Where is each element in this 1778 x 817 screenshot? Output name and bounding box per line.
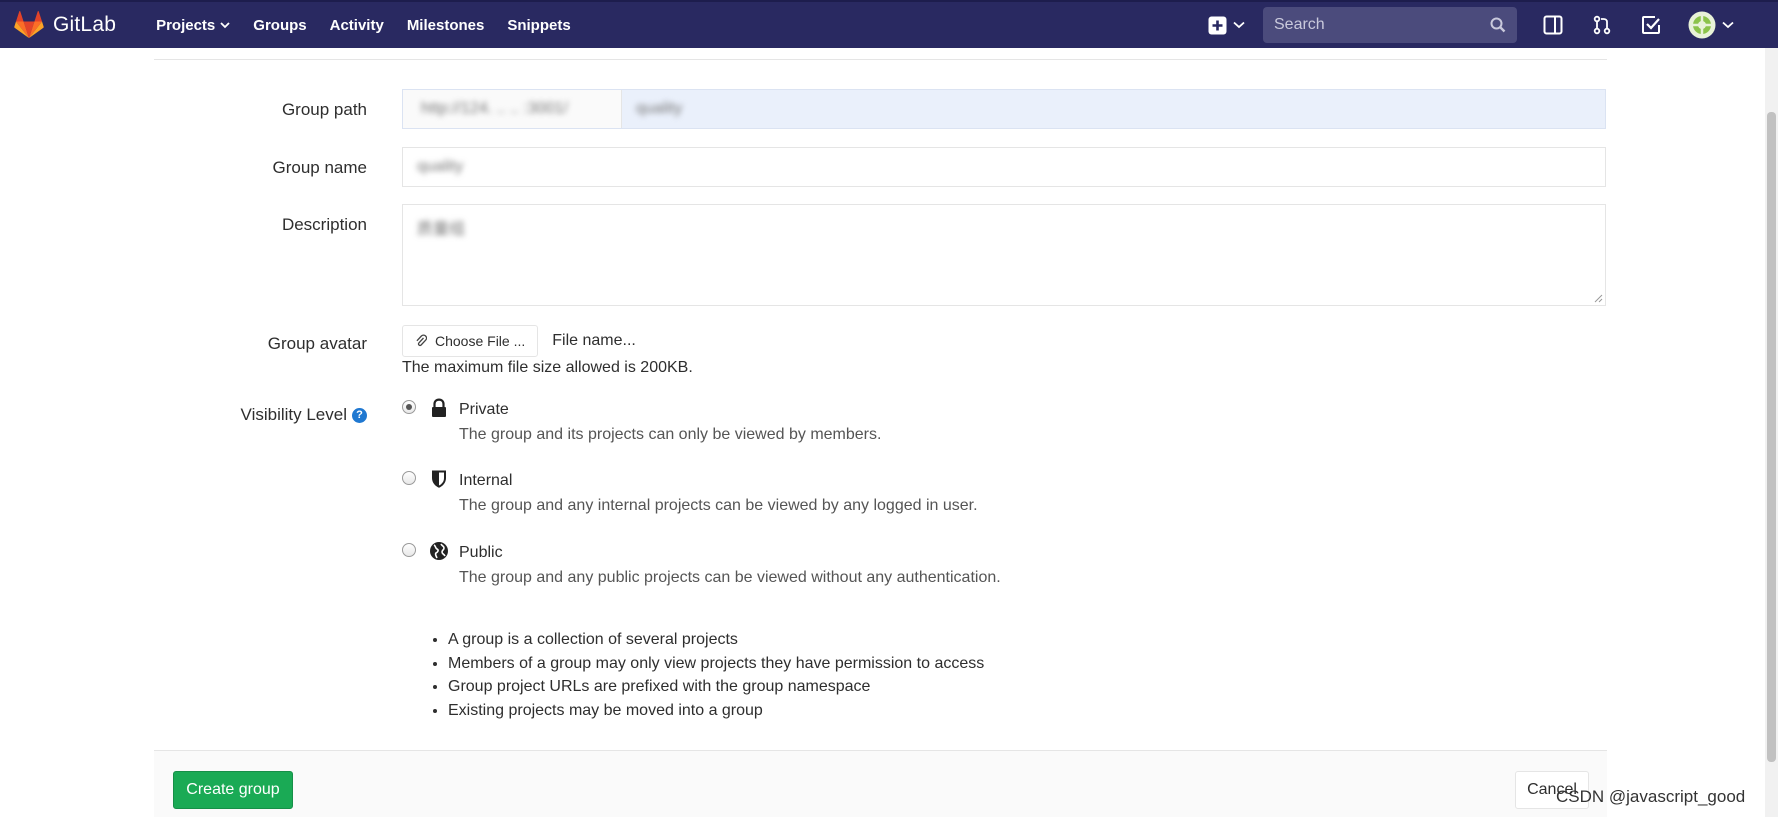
visibility-level-text: Visibility Level bbox=[240, 405, 347, 424]
group-name-label: Group name bbox=[272, 158, 368, 177]
chevron-down-icon bbox=[1233, 21, 1245, 29]
avatar bbox=[1688, 11, 1716, 39]
merge-requests-button[interactable] bbox=[1590, 13, 1614, 37]
group-path-field: http://124. .. .. :3001/ quality bbox=[402, 89, 1606, 129]
scrollbar-thumb[interactable] bbox=[1767, 112, 1776, 762]
group-path-input[interactable]: quality bbox=[622, 90, 1605, 128]
file-size-help: The maximum file size allowed is 200KB. bbox=[402, 359, 693, 376]
nav-projects-label: Projects bbox=[156, 16, 216, 34]
group-path-label: Group path bbox=[281, 100, 367, 119]
create-group-button[interactable]: Create group bbox=[173, 771, 293, 809]
list-item: Members of a group may only view project… bbox=[448, 652, 984, 676]
description-textarea[interactable]: 质量组 bbox=[402, 204, 1606, 306]
list-item: Group project URLs are prefixed with the… bbox=[448, 675, 984, 699]
visibility-radio-internal[interactable] bbox=[402, 471, 416, 485]
plus-square-icon bbox=[1208, 16, 1227, 34]
todos-button[interactable] bbox=[1639, 13, 1663, 37]
list-item: A group is a collection of several proje… bbox=[448, 628, 984, 652]
nav-milestones[interactable]: Milestones bbox=[407, 17, 485, 34]
choose-file-button[interactable]: Choose File ... bbox=[402, 325, 539, 357]
nav-projects-dropdown[interactable]: Projects bbox=[156, 17, 230, 34]
new-item-dropdown[interactable] bbox=[1208, 16, 1245, 35]
question-circle-icon[interactable]: ? bbox=[352, 407, 367, 423]
visibility-level-label: Visibility Level ? bbox=[154, 405, 367, 425]
resize-handle-icon[interactable] bbox=[1593, 293, 1603, 303]
visibility-radio-private[interactable] bbox=[402, 400, 416, 414]
sidebar-icon bbox=[1543, 15, 1563, 35]
gitlab-logo-icon bbox=[14, 11, 44, 39]
brand-name: GitLab bbox=[53, 13, 117, 36]
top-navbar: GitLab Projects Groups Activity Mileston… bbox=[0, 0, 1778, 48]
nav-snippets[interactable]: Snippets bbox=[507, 17, 570, 34]
group-info-list: A group is a collection of several proje… bbox=[448, 628, 984, 722]
form-actions: Create group Cancel bbox=[154, 750, 1607, 817]
nav-groups[interactable]: Groups bbox=[253, 17, 306, 34]
visibility-desc-public: The group and any public projects can be… bbox=[459, 569, 1001, 586]
chevron-down-icon bbox=[220, 21, 230, 28]
description-label: Description bbox=[281, 215, 367, 234]
visibility-desc-internal: The group and any internal projects can … bbox=[459, 497, 978, 514]
visibility-title-public: Public bbox=[459, 544, 503, 561]
group-name-input[interactable]: quality bbox=[402, 147, 1606, 187]
search-icon bbox=[1490, 17, 1506, 33]
nav-activity[interactable]: Activity bbox=[330, 17, 384, 34]
lock-icon bbox=[432, 398, 446, 417]
group-path-value: quality bbox=[636, 100, 683, 117]
list-item: Existing projects may be moved into a gr… bbox=[448, 699, 984, 723]
search-box bbox=[1263, 7, 1517, 43]
group-name-value: quality bbox=[417, 158, 464, 175]
group-path-prefix: http://124. .. .. :3001/ bbox=[403, 90, 622, 128]
shield-icon bbox=[432, 470, 446, 488]
scrollbar[interactable] bbox=[1765, 48, 1778, 817]
paperclip-icon bbox=[416, 334, 427, 347]
file-name-text: File name... bbox=[552, 332, 636, 349]
visibility-radio-public[interactable] bbox=[402, 543, 416, 557]
gitlab-home-link[interactable]: GitLab bbox=[14, 11, 116, 39]
user-menu-dropdown[interactable] bbox=[1688, 11, 1734, 39]
todo-check-icon bbox=[1642, 16, 1660, 34]
visibility-title-internal: Internal bbox=[459, 472, 513, 489]
chevron-down-icon bbox=[1722, 21, 1734, 29]
choose-file-label: Choose File ... bbox=[435, 333, 526, 349]
sidebar-toggle-button[interactable] bbox=[1541, 13, 1565, 37]
merge-request-icon bbox=[1593, 15, 1611, 35]
description-value: 质量组 bbox=[417, 221, 466, 238]
divider bbox=[154, 59, 1607, 60]
group-path-prefix-text: http://124. .. .. :3001/ bbox=[421, 100, 568, 117]
group-avatar-label: Group avatar bbox=[267, 334, 367, 353]
watermark: CSDN @javascript_good bbox=[1556, 787, 1746, 806]
globe-icon bbox=[430, 542, 448, 560]
visibility-title-private: Private bbox=[459, 401, 509, 418]
search-input[interactable] bbox=[1274, 16, 1474, 34]
visibility-desc-private: The group and its projects can only be v… bbox=[459, 426, 882, 443]
